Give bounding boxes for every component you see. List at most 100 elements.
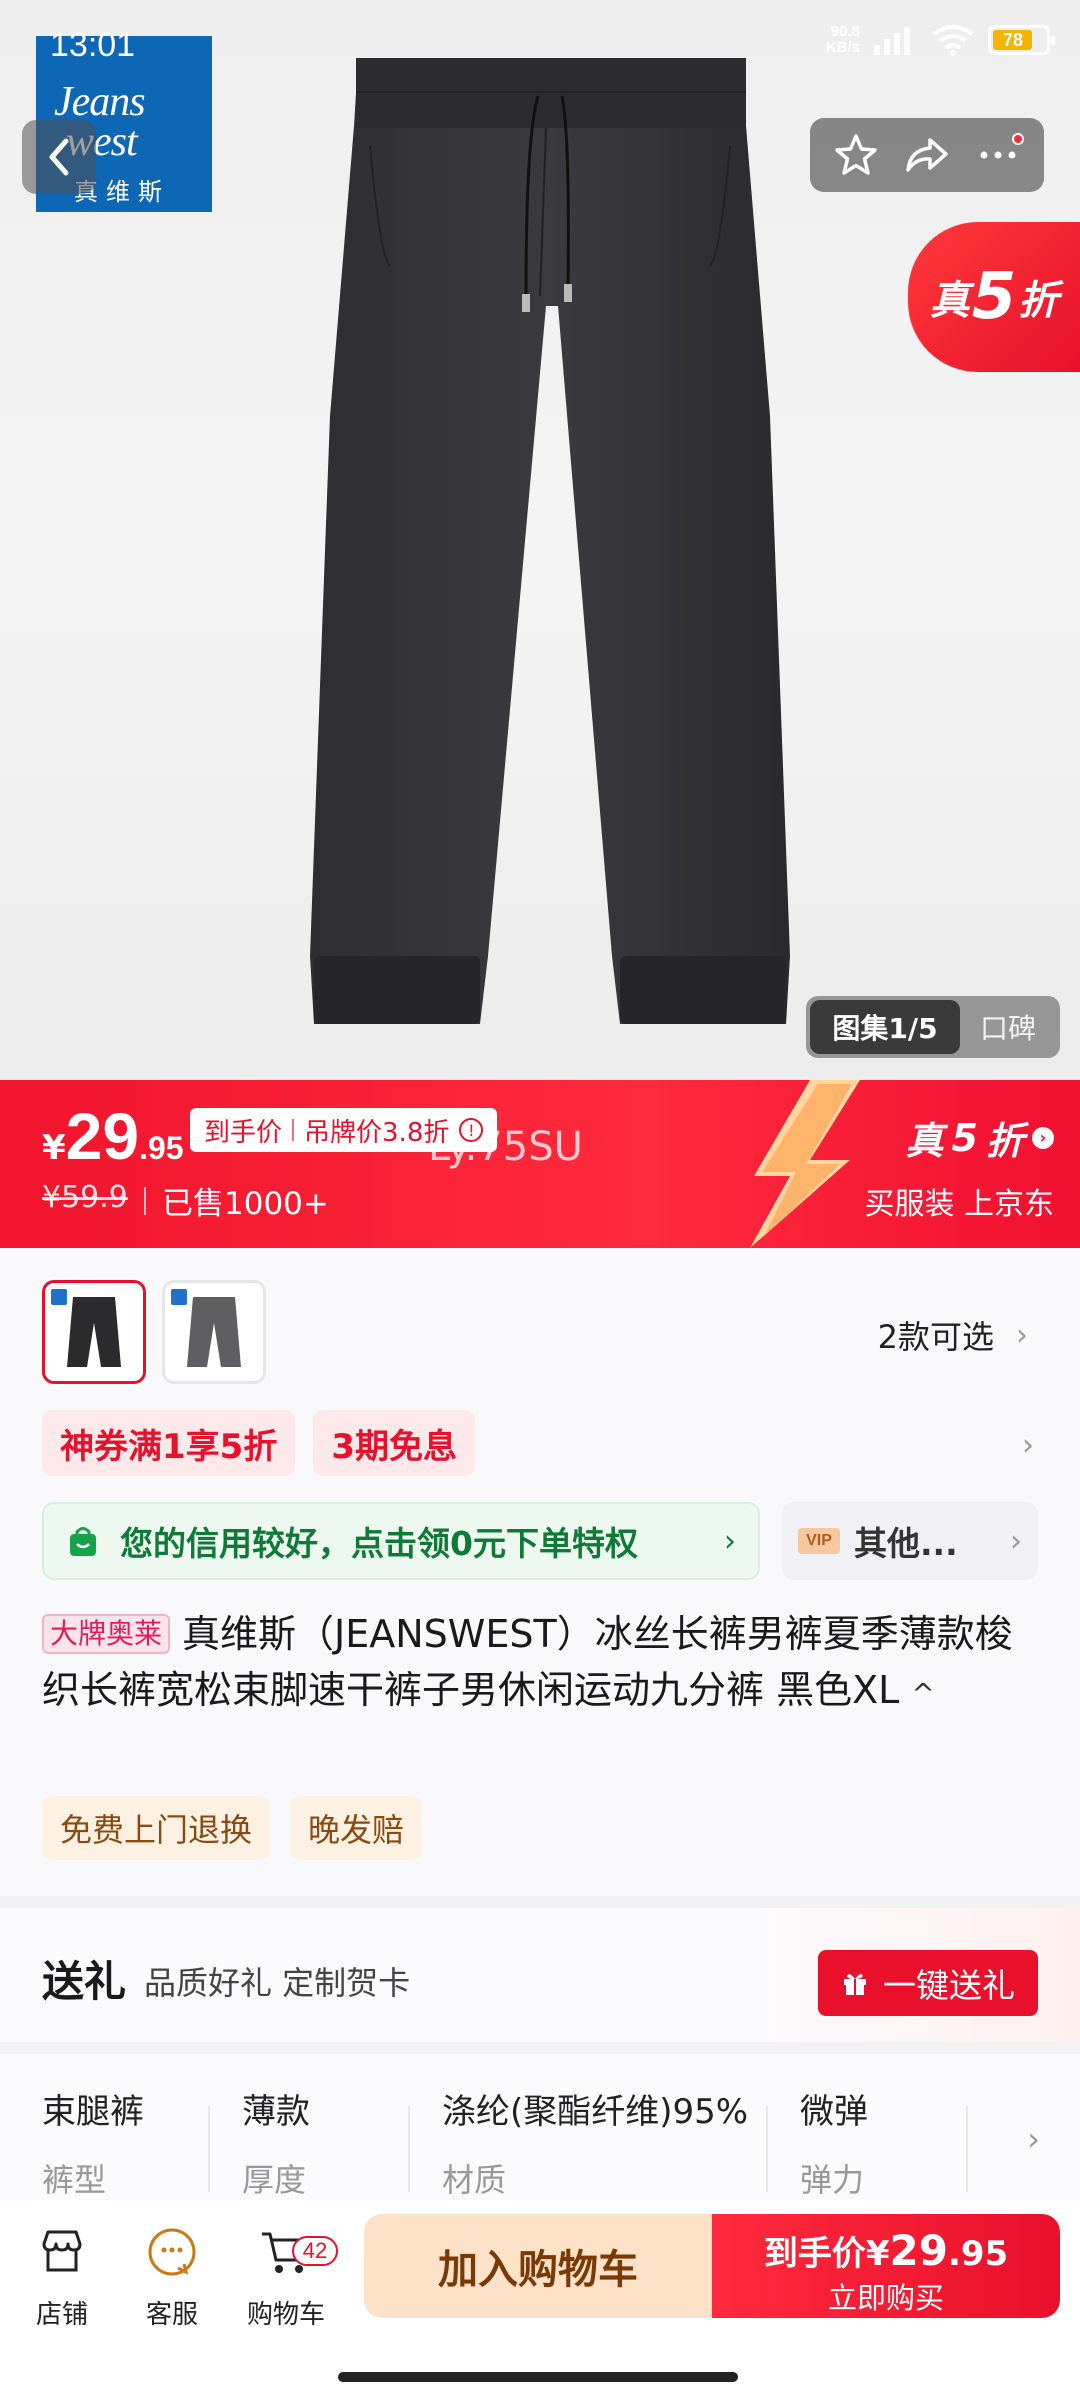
store-label: 店铺 — [35, 2300, 88, 2330]
shopping-bag-icon — [70, 1527, 96, 1556]
chevron-left-icon — [49, 138, 69, 176]
service-free-return[interactable]: 免费上门退换 — [42, 1796, 271, 1860]
send-gift-button[interactable]: 一键送礼 — [818, 1950, 1038, 2016]
divider — [408, 2106, 410, 2192]
promo-chip-installment[interactable]: 3期免息 — [313, 1410, 475, 1476]
attribute-fit: 束腿裤 裤型 — [42, 2084, 144, 2201]
status-bar: 13:01 90.8 KB/s 78 — [0, 0, 1080, 90]
attribute-key: 材质 — [442, 2161, 507, 2199]
product-image-gallery[interactable]: 13:01 90.8 KB/s 78 Jeans west 真维斯 真 5 折 … — [0, 0, 1080, 1080]
discount-flag-number: 5 — [971, 260, 1017, 334]
price-decimal: .95 — [139, 1130, 184, 1166]
add-to-cart-button[interactable]: 加入购物车 — [364, 2214, 712, 2318]
status-icons: 90.8 KB/s 78 — [826, 24, 1055, 56]
divider — [766, 2106, 768, 2192]
network-speed-value: 90.8 — [830, 23, 860, 40]
battery-level: 78 — [1003, 29, 1024, 50]
sold-count: 已售1000+ — [144, 1178, 329, 1223]
attribute-material: 涤纶(聚酯纤维)95% 材质 — [442, 2084, 748, 2201]
gift-section: 送礼 品质好礼 定制贺卡 一键送礼 — [0, 1908, 1080, 2042]
promo-chevron-right-icon[interactable]: › — [1022, 1428, 1034, 1463]
home-indicator[interactable] — [338, 2372, 738, 2382]
collapse-caret-icon[interactable]: ^ — [911, 1677, 934, 1710]
buy-now-price: 到手价¥29.95 — [712, 2226, 1060, 2275]
product-page: 13:01 90.8 KB/s 78 Jeans west 真维斯 真 5 折 … — [0, 0, 1080, 2400]
vip-badge: VIP — [798, 1528, 840, 1554]
product-title[interactable]: 大牌奥莱 真维斯（JEANSWEST）冰丝长裤男裤夏季薄款梭织长裤宽松束脚速干裤子… — [42, 1606, 1042, 1722]
buy-now-label: 立即购买 — [827, 2281, 944, 2315]
cart-label: 购物车 — [246, 2300, 325, 2330]
buy-now-currency: ¥ — [865, 2234, 890, 2274]
gift-icon — [844, 1974, 866, 1995]
chevron-right-icon: › — [1032, 1126, 1054, 1149]
wifi-icon — [932, 25, 974, 56]
promo-chips: 神券满1享5折 3期免息 — [42, 1410, 475, 1476]
credit-privilege-banner[interactable]: 您的信用较好，点击领0元下单特权 › — [42, 1502, 760, 1580]
attribute-value: 微弹 — [800, 2092, 868, 2132]
cart-button[interactable]: 购物车 42 — [236, 2224, 338, 2331]
service-late-delivery-compensation[interactable]: 晚发赔 — [290, 1796, 423, 1860]
store-icon — [42, 2230, 82, 2272]
send-gift-label: 一键送礼 — [883, 1966, 1015, 2005]
share-button[interactable] — [897, 125, 957, 185]
discount-flag-pre: 真 — [929, 278, 970, 324]
variants-selector[interactable]: 2款可选 › — [878, 1312, 1028, 1358]
network-speed: 90.8 KB/s — [826, 24, 860, 56]
chevron-right-icon[interactable]: › — [1027, 2120, 1040, 2158]
gift-title: 送礼 — [42, 1957, 127, 2006]
customer-service-label: 客服 — [145, 2300, 198, 2330]
price-integer: 29 — [65, 1099, 140, 1173]
divider — [208, 2106, 210, 2192]
network-speed-unit: KB/s — [825, 39, 860, 56]
price-banner[interactable]: ¥ 29 .95 Ly.75SU 到手价 吊牌价3.8折 ! ¥59.9 已售1… — [0, 1080, 1080, 1248]
share-icon — [906, 138, 948, 172]
price-tag-discount: 吊牌价3.8折 — [304, 1117, 450, 1148]
tab-reviews[interactable]: 口碑 — [960, 1007, 1056, 1047]
product-title-text: 真维斯（JEANSWEST）冰丝长裤男裤夏季薄款梭织长裤宽松束脚速干裤子男休闲运… — [42, 1612, 1013, 1712]
more-button[interactable] — [968, 125, 1028, 185]
customer-service-button[interactable]: 客服 — [122, 2224, 222, 2331]
attribute-key: 弹力 — [800, 2161, 865, 2199]
attribute-key: 厚度 — [242, 2161, 307, 2199]
status-time: 13:01 — [50, 26, 136, 64]
campaign-title: 真5折 › — [864, 1110, 1054, 1165]
lightning-icon — [750, 1080, 860, 1248]
product-image — [310, 58, 790, 1024]
star-icon — [834, 134, 877, 175]
favorite-button[interactable] — [826, 125, 886, 185]
campaign-banner[interactable]: 真5折 › 买服装 上京东 — [864, 1110, 1054, 1223]
attribute-value: 涤纶(聚酯纤维)95% — [442, 2092, 749, 2132]
tab-gallery[interactable]: 图集1/5 — [810, 1000, 960, 1054]
chevron-right-icon: › — [1010, 1523, 1022, 1559]
chevron-right-icon: › — [1016, 1317, 1028, 1353]
chevron-right-icon: › — [724, 1523, 736, 1559]
color-swatch-gray[interactable] — [162, 1280, 266, 1384]
variants-count: 2款可选 — [877, 1318, 994, 1356]
customer-service-icon — [148, 2228, 196, 2276]
info-icon[interactable]: ! — [459, 1118, 484, 1142]
service-tags: 免费上门退换 晚发赔 — [42, 1796, 423, 1860]
product-info-card: 2款可选 › 神券满1享5折 3期免息 › 您的信用较好，点击领0元下单特权 ›… — [0, 1248, 1080, 1896]
divider — [966, 2106, 968, 2192]
color-swatch-black[interactable] — [42, 1280, 146, 1384]
notification-dot — [1012, 133, 1025, 145]
attribute-value: 薄款 — [242, 2092, 310, 2132]
attributes-section[interactable]: 束腿裤 裤型 薄款 厚度 涤纶(聚酯纤维)95% 材质 微弹 弹力 › — [0, 2054, 1080, 2214]
buy-now-button[interactable]: 到手价¥29.95 立即购买 — [712, 2214, 1060, 2318]
buy-now-price-label: 到手价 — [763, 2234, 866, 2274]
campaign-title-post: 折 — [985, 1119, 1024, 1163]
other-privileges[interactable]: VIP 其他... › — [782, 1502, 1038, 1580]
price-tag[interactable]: 到手价 吊牌价3.8折 ! — [190, 1108, 498, 1152]
store-button[interactable]: 店铺 — [12, 2224, 112, 2331]
back-button[interactable] — [22, 120, 96, 194]
final-price: ¥ 29 .95 — [42, 1098, 184, 1174]
attribute-key: 裤型 — [42, 2161, 107, 2199]
sold-count-text: 已售1000+ — [162, 1186, 329, 1222]
battery-icon: 78 — [988, 25, 1055, 55]
campaign-title-number: 5 — [951, 1115, 978, 1160]
promo-chip-coupon[interactable]: 神券满1享5折 — [42, 1410, 296, 1476]
discount-flag: 真 5 折 — [908, 222, 1080, 372]
campaign-subtitle: 买服装 上京东 — [864, 1187, 1054, 1222]
original-price: ¥59.9 — [42, 1180, 128, 1215]
bottom-action-bar: 店铺 客服 购物车 42 加入购物车 到手价¥29.95 立即购买 — [0, 2200, 1080, 2400]
